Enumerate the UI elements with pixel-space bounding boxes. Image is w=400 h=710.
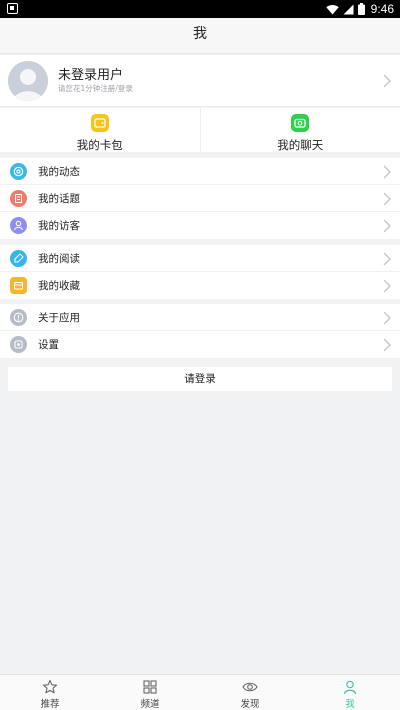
chevron-right-icon xyxy=(383,192,391,206)
tab-label-me: 我 xyxy=(345,699,355,710)
page-title: 我 xyxy=(0,18,400,54)
my-chat-button[interactable]: 我的聊天 xyxy=(199,108,400,152)
menu-item-settings[interactable]: 设置 xyxy=(0,331,400,358)
signal-icon xyxy=(343,4,354,14)
menu-label-my-topics: 我的话题 xyxy=(38,193,80,205)
card-wallet-button[interactable]: 我的卡包 xyxy=(0,108,200,152)
menu-item-my-posts[interactable]: 我的动态 xyxy=(0,158,400,185)
status-bar: 9:46 xyxy=(0,0,400,18)
read-icon xyxy=(10,250,27,267)
tab-label-channel: 频道 xyxy=(140,699,160,710)
wifi-icon xyxy=(325,4,339,14)
chevron-right-icon xyxy=(383,252,391,266)
tab-recommend[interactable]: 推荐 xyxy=(0,675,100,710)
avatar-placeholder-icon xyxy=(8,61,48,101)
battery-icon xyxy=(357,3,365,15)
login-button[interactable]: 请登录 xyxy=(8,367,392,391)
menu-group-activity: 我的动态 我的话题 我的访客 xyxy=(0,158,400,239)
tab-label-recommend: 推荐 xyxy=(40,699,60,710)
tab-channel[interactable]: 频道 xyxy=(100,675,200,710)
avatar xyxy=(8,61,48,101)
chevron-right-icon xyxy=(383,74,391,88)
favorite-icon xyxy=(10,277,27,294)
visitor-icon xyxy=(10,217,27,234)
tab-discover[interactable]: 发现 xyxy=(200,675,300,710)
profile-row[interactable]: 未登录用户 请您花1分钟注册/登录 xyxy=(0,55,400,107)
info-icon xyxy=(10,309,27,326)
menu-label-my-visitors: 我的访客 xyxy=(38,220,80,232)
tab-me[interactable]: 我 xyxy=(300,675,400,710)
menu-label-my-reading: 我的阅读 xyxy=(38,253,80,265)
grid-icon xyxy=(143,680,157,694)
wallet-icon xyxy=(90,114,109,132)
status-icons: 9:46 xyxy=(325,1,394,17)
menu-label-my-favorites: 我的收藏 xyxy=(38,280,80,292)
chevron-right-icon xyxy=(383,338,391,352)
menu-item-my-reading[interactable]: 我的阅读 xyxy=(0,245,400,272)
card-wallet-label: 我的卡包 xyxy=(76,138,123,152)
menu-item-my-visitors[interactable]: 我的访客 xyxy=(0,212,400,239)
chevron-right-icon xyxy=(383,279,391,293)
topic-icon xyxy=(10,190,27,207)
eye-icon xyxy=(242,682,258,692)
profile-name: 未登录用户 xyxy=(58,68,124,83)
menu-group-app: 关于应用 设置 xyxy=(0,304,400,358)
bottom-tab-bar: 推荐 频道 发现 我 xyxy=(0,674,400,710)
star-icon xyxy=(42,679,58,694)
chevron-right-icon xyxy=(383,165,391,179)
notification-icon xyxy=(7,3,18,14)
menu-label-my-posts: 我的动态 xyxy=(38,166,80,178)
profile-subtitle: 请您花1分钟注册/登录 xyxy=(58,84,133,93)
status-time: 9:46 xyxy=(370,2,394,16)
menu-group-reading: 我的阅读 我的收藏 xyxy=(0,245,400,299)
menu-label-about-app: 关于应用 xyxy=(38,312,80,324)
tab-label-discover: 发现 xyxy=(240,699,260,710)
at-icon xyxy=(10,163,27,180)
menu-item-my-favorites[interactable]: 我的收藏 xyxy=(0,272,400,299)
settings-icon xyxy=(10,336,27,353)
quick-actions: 我的卡包 我的聊天 xyxy=(0,108,400,152)
menu-item-about-app[interactable]: 关于应用 xyxy=(0,304,400,331)
my-chat-label: 我的聊天 xyxy=(277,138,324,152)
person-icon xyxy=(343,680,357,695)
menu-label-settings: 设置 xyxy=(38,339,59,351)
chevron-right-icon xyxy=(383,311,391,325)
chevron-right-icon xyxy=(383,219,391,233)
chat-icon xyxy=(291,114,310,132)
menu-item-my-topics[interactable]: 我的话题 xyxy=(0,185,400,212)
